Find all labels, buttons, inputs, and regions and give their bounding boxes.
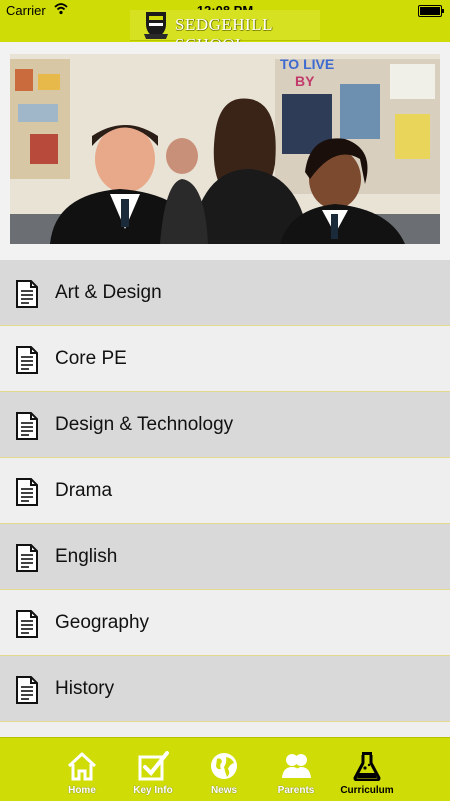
subject-label: Geography xyxy=(55,612,150,633)
hero-section: TO LIVE BY xyxy=(0,42,450,260)
subject-label: Core PE xyxy=(55,348,127,369)
subject-label: English xyxy=(55,546,118,567)
tab-curriculum[interactable]: Curriculum xyxy=(322,738,412,801)
classroom-photo: TO LIVE BY xyxy=(10,54,440,244)
subject-row-english[interactable]: English xyxy=(0,524,450,590)
people-icon xyxy=(282,754,311,778)
subject-row-history[interactable]: History xyxy=(0,656,450,722)
school-logo: SEDGEHILL SCHOOL xyxy=(130,10,320,54)
checkbox-icon xyxy=(138,751,169,781)
battery-icon xyxy=(418,5,444,17)
document-icon xyxy=(16,280,38,308)
tab-label: Curriculum xyxy=(340,785,394,796)
subject-label: Drama xyxy=(55,480,113,501)
subject-row-art-design[interactable]: Art & Design xyxy=(0,260,450,326)
subject-label: Art & Design xyxy=(55,282,162,303)
document-icon xyxy=(16,610,38,638)
subject-row-design-technology[interactable]: Design & Technology xyxy=(0,392,450,458)
crest-icon xyxy=(144,12,168,39)
document-icon xyxy=(16,676,38,704)
tab-bar: Home Key Info News Parents Curriculum xyxy=(0,737,450,801)
subject-row-geography[interactable]: Geography xyxy=(0,590,450,656)
subject-row-drama[interactable]: Drama xyxy=(0,458,450,524)
subject-label: History xyxy=(55,678,115,699)
subject-label: Design & Technology xyxy=(55,414,234,435)
document-icon xyxy=(16,346,38,374)
svg-text:BY: BY xyxy=(295,73,315,89)
globe-icon xyxy=(211,753,237,779)
subject-list: Art & Design Core PE Design & Technology xyxy=(0,260,450,788)
document-icon xyxy=(16,544,38,572)
subject-row-core-pe[interactable]: Core PE xyxy=(0,326,450,392)
document-icon xyxy=(16,412,38,440)
home-icon xyxy=(67,752,97,781)
svg-text:TO LIVE: TO LIVE xyxy=(280,56,334,72)
document-icon xyxy=(16,478,38,506)
flask-icon xyxy=(353,752,381,781)
top-header: Carrier 12:08 PM SEDGEHILL SCHOOL xyxy=(0,0,450,54)
